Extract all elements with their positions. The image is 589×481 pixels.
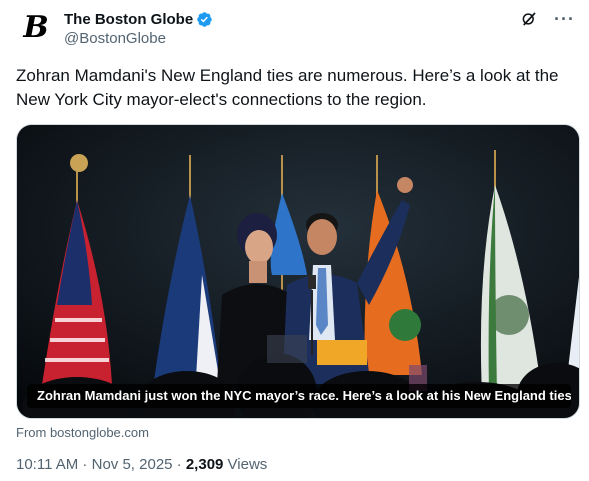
- photo: [17, 125, 579, 418]
- link-card-media[interactable]: Zohran Mamdani just won the NYC mayor’s …: [16, 124, 580, 419]
- more-icon[interactable]: ···: [554, 10, 575, 28]
- tweet-date[interactable]: Nov 5, 2025: [92, 456, 173, 473]
- avatar-logo: B: [23, 10, 49, 45]
- tweet-text: Zohran Mamdani's New England ties are nu…: [16, 66, 559, 109]
- display-name[interactable]: The Boston Globe: [64, 11, 193, 28]
- verified-badge-icon: [197, 11, 212, 27]
- meta-separator: ·: [78, 456, 92, 473]
- link-card-caption[interactable]: Zohran Mamdani just won the NYC mayor’s …: [27, 384, 571, 408]
- grok-icon[interactable]: [520, 10, 538, 28]
- author-names: The Boston Globe @BostonGlobe: [64, 9, 213, 47]
- avatar[interactable]: B: [16, 8, 56, 48]
- views-label: Views: [223, 456, 268, 473]
- meta-separator: ·: [172, 456, 186, 473]
- tweet-header: B The Boston Globe @BostonGlobe ···: [16, 8, 575, 48]
- tweet-meta: 10:11 AM · Nov 5, 2025 · 2,309 Views: [16, 456, 267, 473]
- views-count: 2,309: [185, 456, 224, 473]
- handle[interactable]: @BostonGlobe: [64, 30, 213, 47]
- tweet-time[interactable]: 10:11 AM: [16, 456, 78, 473]
- link-source[interactable]: From bostonglobe.com: [16, 425, 149, 440]
